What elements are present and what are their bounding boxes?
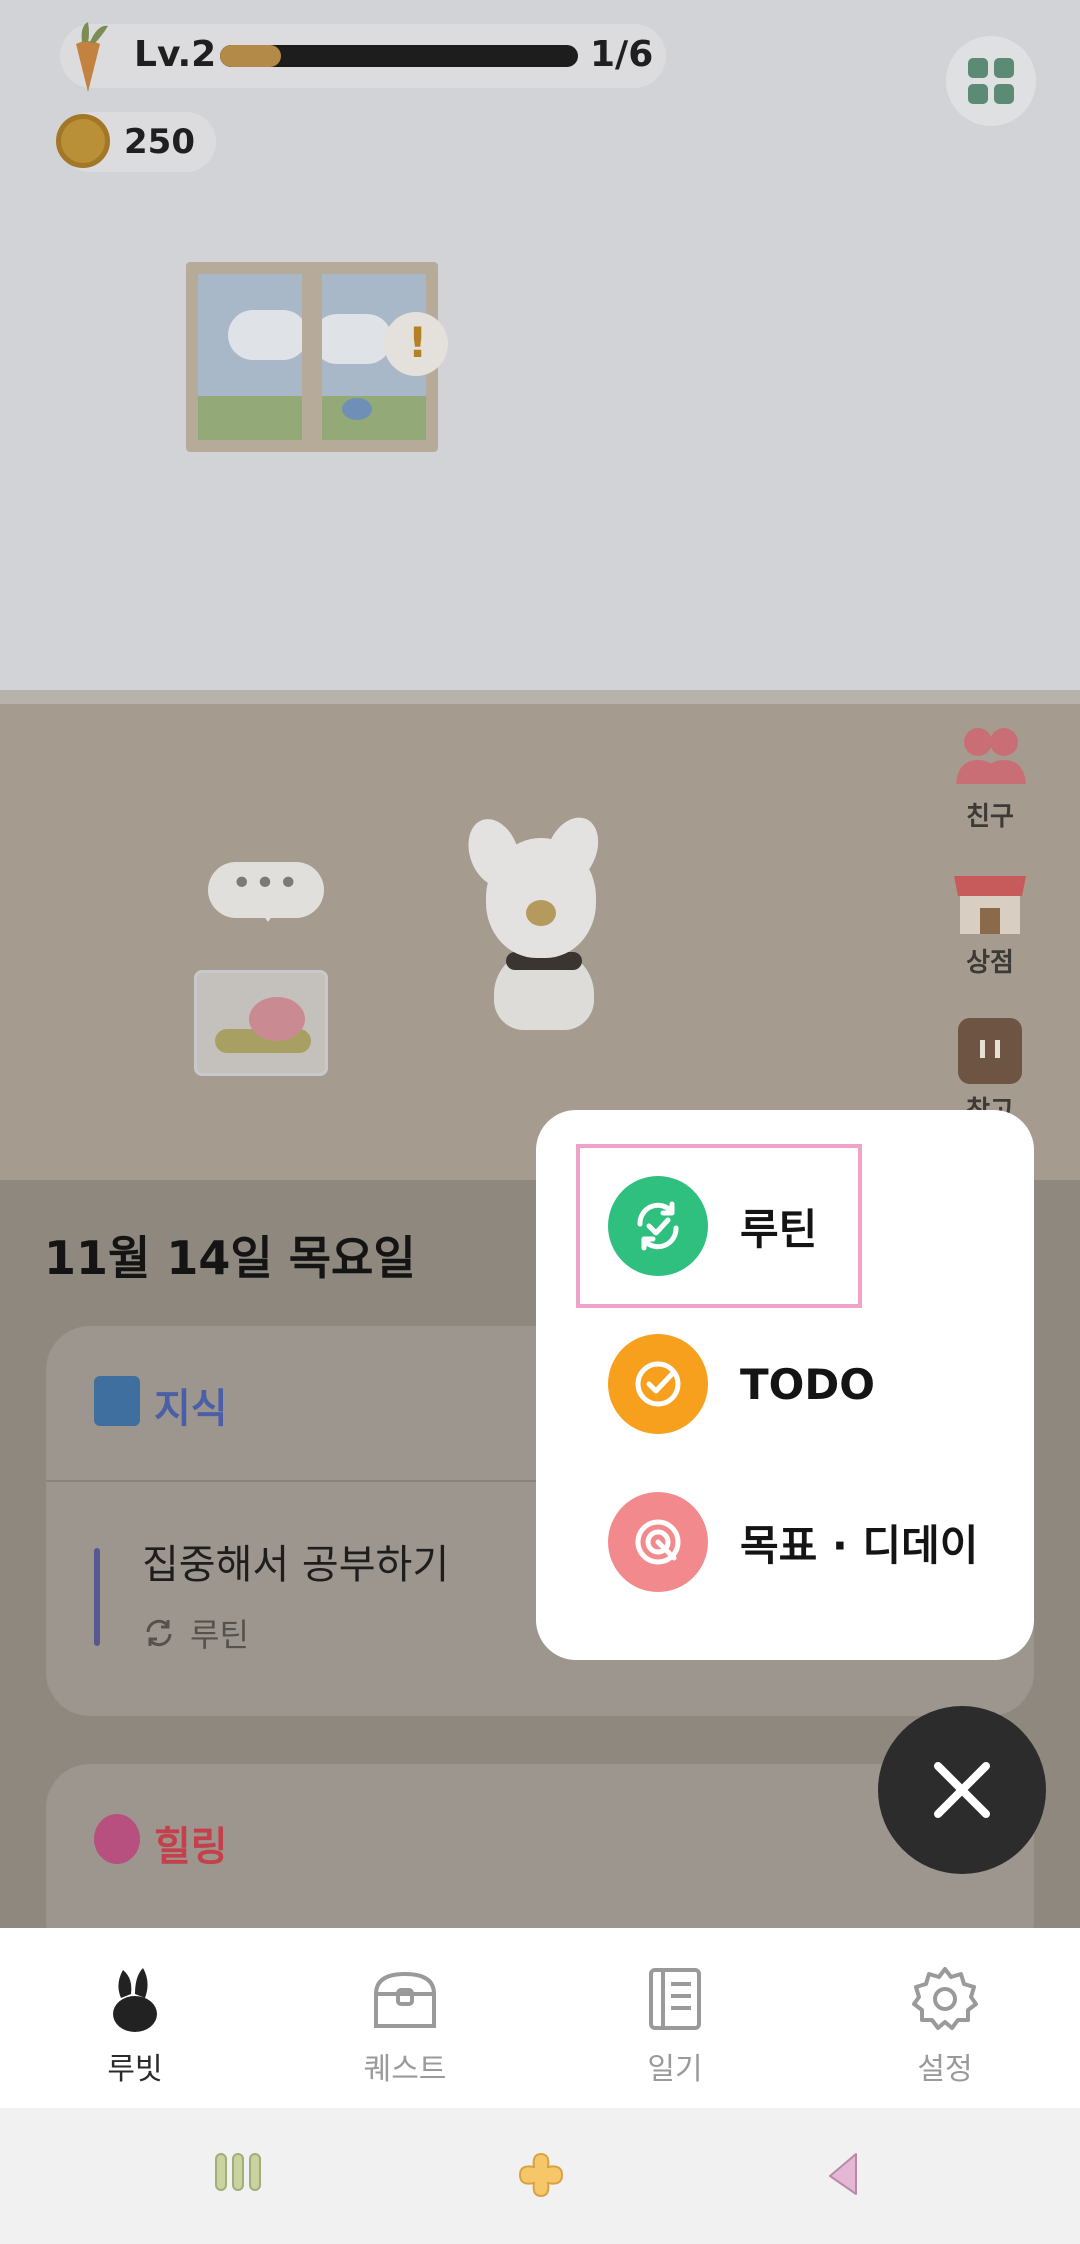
shop-button[interactable]: 상점 — [950, 866, 1030, 979]
menu-item-goal-dday[interactable]: 목표 · 디데이 — [608, 1492, 978, 1592]
diary-icon — [649, 1968, 701, 2030]
xp-progress-bar — [220, 45, 578, 67]
carrot-icon — [76, 22, 108, 92]
alert-mark: ! — [408, 318, 428, 367]
task-type-label: 루틴 — [190, 1616, 249, 1654]
xp-count: 1/6 — [590, 34, 654, 75]
tab-label: 퀘스트 — [363, 2052, 447, 2087]
menu-label: 루틴 — [740, 1204, 818, 1254]
sparkling-heart-icon — [94, 1814, 140, 1864]
room-wall — [0, 0, 1080, 690]
bottom-tab-bar: 루빗 퀘스트 일기 설정 — [0, 1928, 1080, 2108]
tab-label: 루빗 — [107, 2052, 163, 2087]
menu-grid-button[interactable] — [946, 36, 1036, 126]
storage-icon — [958, 1018, 1022, 1084]
bird — [342, 398, 372, 420]
friends-label: 친구 — [966, 802, 1014, 832]
snail-glass-case[interactable] — [194, 970, 328, 1076]
treasure-chest-icon — [374, 1971, 436, 2028]
rabbit-icon — [113, 1968, 157, 2032]
tab-diary[interactable]: 일기 — [540, 1928, 810, 2108]
snail — [249, 997, 305, 1041]
grid-icon — [968, 58, 988, 78]
friends-icon — [956, 728, 1026, 784]
recent-apps-icon[interactable] — [214, 2150, 262, 2194]
category-name: 힐링 — [154, 1824, 228, 1870]
home-icon[interactable] — [516, 2150, 566, 2200]
date-title: 11월 14일 목요일 — [44, 1231, 416, 1285]
tab-settings[interactable]: 설정 — [810, 1928, 1080, 2108]
system-navigation-bar — [0, 2108, 1080, 2244]
level-label: Lv.2 — [134, 34, 217, 75]
add-item-menu: 루틴 TODO 목표 · 디데이 — [536, 1110, 1034, 1660]
speech-bubble[interactable]: ••• — [208, 862, 324, 922]
target-arrow-icon — [608, 1492, 708, 1592]
xp-progress-fill — [220, 45, 281, 67]
menu-item-routine[interactable]: 루틴 — [608, 1176, 817, 1276]
repeat-icon — [146, 1619, 172, 1647]
coin-icon — [56, 114, 110, 168]
menu-label: TODO — [740, 1359, 875, 1409]
rabbit-character[interactable] — [486, 838, 596, 958]
gear-icon — [912, 1967, 978, 2030]
menu-item-todo[interactable]: TODO — [608, 1334, 875, 1434]
routine-refresh-check-icon — [608, 1176, 708, 1276]
close-menu-button[interactable] — [878, 1706, 1046, 1874]
tab-quest[interactable]: 퀘스트 — [270, 1928, 540, 2108]
category-name: 지식 — [154, 1386, 228, 1432]
todo-check-icon — [608, 1334, 708, 1434]
blue-book-icon — [94, 1376, 140, 1426]
tab-label: 설정 — [917, 2052, 973, 2087]
menu-label: 목표 · 디데이 — [740, 1520, 979, 1570]
alert-bubble[interactable]: ! — [384, 312, 448, 376]
back-icon[interactable] — [826, 2150, 860, 2198]
shop-icon — [954, 876, 1026, 934]
friends-button[interactable]: 친구 — [950, 720, 1030, 833]
tab-rubit[interactable]: 루빗 — [0, 1928, 270, 2108]
coin-count: 250 — [124, 122, 195, 162]
tab-label: 일기 — [647, 2052, 703, 2087]
close-icon — [934, 1762, 990, 1818]
shop-label: 상점 — [966, 948, 1014, 978]
